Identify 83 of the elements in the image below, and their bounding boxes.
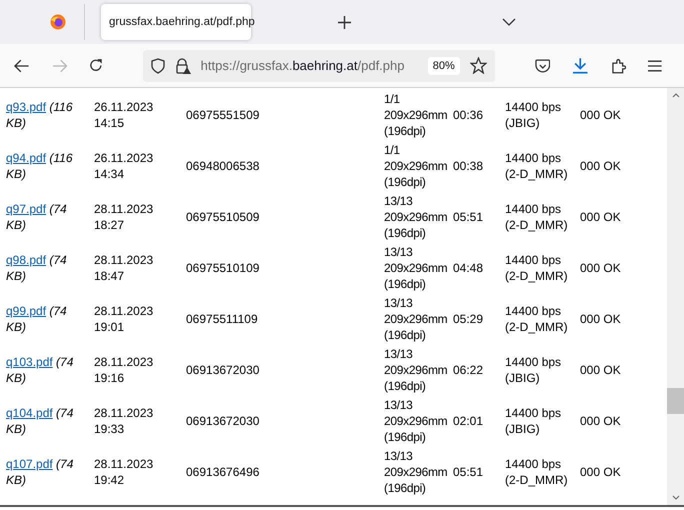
status-cell: 000 OK: [580, 159, 621, 173]
reload-icon[interactable]: [89, 58, 104, 73]
lock-warning-icon[interactable]: [174, 58, 191, 74]
file-link[interactable]: q98.pdf: [6, 253, 46, 267]
pocket-icon[interactable]: [534, 58, 550, 72]
url-text[interactable]: https://grussfax.baehring.at/pdf.php: [200, 58, 404, 73]
date-cell-text: 26.11.2023 14:34: [94, 150, 154, 182]
duration-cell: 00:38: [453, 159, 484, 173]
pages-cell-text: 13/13 209x296mm (196dpi): [384, 397, 448, 445]
chevron-down-icon[interactable]: [502, 18, 516, 26]
status-cell: 000 OK: [580, 210, 621, 224]
speed-cell-text: 14400 bps (JBIG): [505, 99, 562, 131]
status-cell: 000 OK: [580, 363, 621, 377]
duration-cell: 05:29: [453, 312, 484, 326]
file-entry: q103.pdf (74 KB): [6, 354, 74, 386]
new-tab-icon[interactable]: [338, 16, 351, 28]
file-link[interactable]: q97.pdf: [6, 202, 46, 216]
speed-cell-text: 14400 bps (JBIG): [505, 354, 562, 386]
date-cell-text: 28.11.2023 19:42: [94, 456, 154, 488]
number-cell: 06975510109: [186, 261, 260, 275]
number-cell: 06913676496: [186, 465, 260, 479]
file-entry: q104.pdf (74 KB): [6, 405, 74, 437]
speed-cell-text: 14400 bps (2-D_MMR): [505, 201, 569, 233]
status-cell: 000 OK: [580, 465, 621, 479]
download-icon[interactable]: [572, 57, 589, 74]
status-cell: 000 OK: [580, 261, 621, 275]
pages-cell-text: 13/13 209x296mm (196dpi): [384, 193, 448, 241]
duration-cell: 06:22: [453, 363, 484, 377]
address-bar[interactable]: https://grussfax.baehring.at/pdf.php 80%: [142, 50, 495, 82]
scroll-down-icon[interactable]: [672, 495, 680, 500]
speed-cell-text: 14400 bps (2-D_MMR): [505, 252, 569, 284]
duration-cell: 02:01: [453, 414, 484, 428]
date-cell-text: 28.11.2023 18:47: [94, 252, 154, 284]
pages-cell-text: 1/1 209x296mm (196dpi): [384, 91, 448, 139]
date-cell-text: 28.11.2023 18:27: [94, 201, 154, 233]
file-entry: q107.pdf (74 KB): [6, 456, 74, 488]
number-cell: 06913672030: [186, 414, 260, 428]
pages-cell-text: 13/13 209x296mm (196dpi): [384, 346, 448, 394]
number-cell: 06975551509: [186, 108, 260, 122]
number-cell: 06975511109: [186, 312, 258, 326]
file-link[interactable]: q104.pdf: [6, 406, 53, 420]
shield-icon[interactable]: [150, 58, 165, 74]
pages-cell-text: 13/13 209x296mm (196dpi): [384, 244, 448, 292]
file-link[interactable]: q99.pdf: [6, 304, 46, 318]
scroll-up-icon[interactable]: [672, 93, 680, 98]
zoom-level-button[interactable]: 80%: [428, 56, 460, 74]
number-cell: 06948006538: [186, 159, 260, 173]
scrollbar[interactable]: [667, 88, 684, 505]
pages-cell-text: 13/13 209x296mm (196dpi): [384, 448, 448, 496]
date-cell-text: 28.11.2023 19:16: [94, 354, 154, 386]
number-cell: 06975510509: [186, 210, 260, 224]
duration-cell: 00:36: [453, 108, 484, 122]
speed-cell-text: 14400 bps (2-D_MMR): [505, 303, 569, 335]
scroll-thumb[interactable]: [667, 388, 684, 414]
file-link[interactable]: q93.pdf: [6, 100, 46, 114]
menu-icon[interactable]: [648, 60, 662, 72]
date-cell-text: 28.11.2023 19:33: [94, 405, 154, 437]
date-cell-text: 28.11.2023 19:01: [94, 303, 154, 335]
speed-cell-text: 14400 bps (2-D_MMR): [505, 456, 569, 488]
file-link[interactable]: q94.pdf: [6, 151, 46, 165]
file-entry: q93.pdf (116 KB): [6, 99, 74, 131]
duration-cell: 05:51: [453, 465, 484, 479]
duration-cell: 05:51: [453, 210, 484, 224]
puzzle-piece-icon[interactable]: [610, 58, 626, 74]
file-link[interactable]: q103.pdf: [6, 355, 53, 369]
status-cell: 000 OK: [580, 414, 621, 428]
file-link[interactable]: q107.pdf: [6, 457, 53, 471]
speed-cell-text: 14400 bps (JBIG): [505, 405, 562, 437]
status-cell: 000 OK: [580, 312, 621, 326]
status-cell: 000 OK: [580, 108, 621, 122]
star-icon[interactable]: [470, 57, 487, 74]
duration-cell: 04:48: [453, 261, 484, 275]
file-entry: q98.pdf (74 KB): [6, 252, 68, 284]
number-cell: 06913672030: [186, 363, 260, 377]
browser-logo-icon[interactable]: [50, 14, 66, 30]
date-cell-text: 26.11.2023 14:15: [94, 99, 154, 131]
pages-cell-text: 13/13 209x296mm (196dpi): [384, 295, 448, 343]
file-entry: q99.pdf (74 KB): [6, 303, 68, 335]
back-arrow-icon[interactable]: [14, 58, 30, 72]
speed-cell-text: 14400 bps (2-D_MMR): [505, 150, 569, 182]
file-entry: q94.pdf (116 KB): [6, 150, 74, 182]
file-entry: q97.pdf (74 KB): [6, 201, 68, 233]
pages-cell-text: 1/1 209x296mm (196dpi): [384, 142, 448, 190]
